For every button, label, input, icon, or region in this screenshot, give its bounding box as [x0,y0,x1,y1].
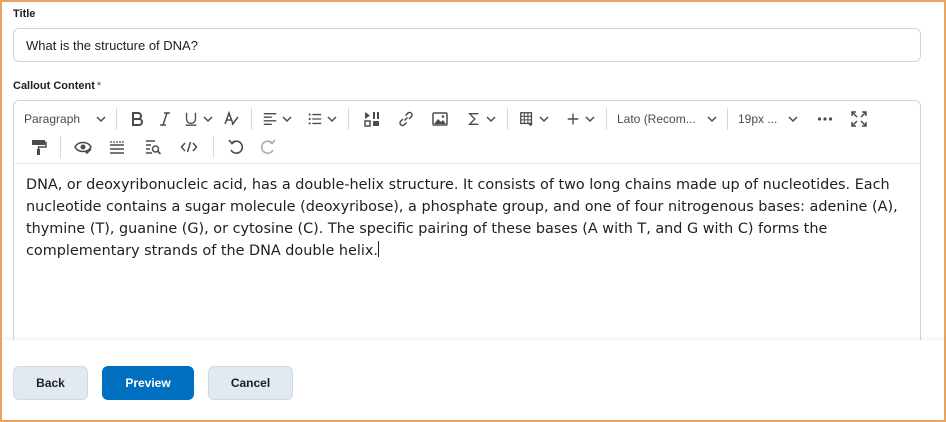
word-count-icon [110,141,124,154]
redo-icon [260,139,276,154]
chevron-down-icon [203,116,213,123]
toolbar-separator [60,136,61,158]
equation-icon [467,113,479,125]
word-count-button[interactable] [99,134,135,160]
chevron-down-icon [327,116,337,123]
chevron-down-icon [486,116,496,123]
accessibility-check-button[interactable] [67,134,99,160]
editor-content[interactable]: DNA, or deoxyribonucleic acid, has a dou… [26,174,916,262]
more-button[interactable] [808,106,842,132]
back-button[interactable]: Back [13,366,88,400]
chevron-down-icon [539,116,549,123]
text-cursor [377,241,379,257]
find-replace-icon [146,140,162,155]
toolbar-row-2 [14,133,284,161]
format-painter-icon [32,140,47,155]
text-style-icon [224,110,239,126]
table-icon [520,112,533,127]
cancel-button[interactable]: Cancel [208,366,293,400]
toolbar-separator [727,108,728,130]
list-icon [308,113,322,125]
paragraph-format-dropdown[interactable]: Paragraph [20,106,110,132]
more-icon [817,117,833,121]
add-icon [567,113,579,125]
toolbar-separator [507,108,508,130]
undo-button[interactable] [220,134,252,160]
toolbar-separator [251,108,252,130]
bold-icon [132,112,143,126]
toolbar-row-1: Paragraph Lato (Recom... 19px ... [14,105,876,133]
paragraph-format-label: Paragraph [24,112,81,126]
insert-stuff-icon [364,112,379,127]
image-icon [432,112,448,126]
find-replace-button[interactable] [135,134,171,160]
image-button[interactable] [423,106,457,132]
source-code-button[interactable] [171,134,207,160]
rich-text-editor: Paragraph Lato (Recom... 19px ... DNA, o… [13,100,921,360]
chevron-down-icon [788,116,798,123]
editor-content-text: DNA, or deoxyribonucleic acid, has a dou… [26,177,898,259]
chevron-down-icon [585,116,595,123]
title-label: Title [13,8,36,20]
italic-icon [160,112,170,126]
text-style-button[interactable] [217,106,245,132]
accessibility-check-icon [74,141,92,155]
font-family-dropdown[interactable]: Lato (Recom... [613,106,721,132]
equation-dropdown[interactable] [461,106,501,132]
chevron-down-icon [707,116,717,123]
fullscreen-icon [851,111,867,127]
toolbar-separator [213,136,214,158]
fullscreen-button[interactable] [842,106,876,132]
italic-button[interactable] [151,106,179,132]
link-icon [399,111,413,127]
add-dropdown[interactable] [560,106,600,132]
redo-button[interactable] [252,134,284,160]
chevron-down-icon [282,116,292,123]
font-family-label: Lato (Recom... [617,112,696,126]
toolbar-separator [116,108,117,130]
undo-icon [228,139,244,154]
table-dropdown[interactable] [514,106,554,132]
align-dropdown[interactable] [258,106,296,132]
editor-content-area[interactable]: DNA, or deoxyribonucleic acid, has a dou… [14,163,920,359]
callout-content-label: Callout Content * [13,80,101,92]
toolbar-separator [348,108,349,130]
underline-icon [185,112,197,126]
callout-content-label-text: Callout Content [13,80,95,92]
insert-stuff-button[interactable] [355,106,389,132]
preview-button[interactable]: Preview [102,366,194,400]
align-icon [263,113,277,125]
toolbar-separator [606,108,607,130]
font-size-dropdown[interactable]: 19px ... [734,106,802,132]
bold-button[interactable] [123,106,151,132]
link-button[interactable] [389,106,423,132]
font-size-label: 19px ... [738,112,778,126]
list-dropdown[interactable] [302,106,342,132]
format-painter-button[interactable] [24,134,54,160]
chevron-down-icon [96,116,106,123]
underline-dropdown[interactable] [179,106,217,132]
source-code-icon [180,141,198,153]
title-input[interactable] [13,28,921,62]
required-marker: * [96,80,102,92]
